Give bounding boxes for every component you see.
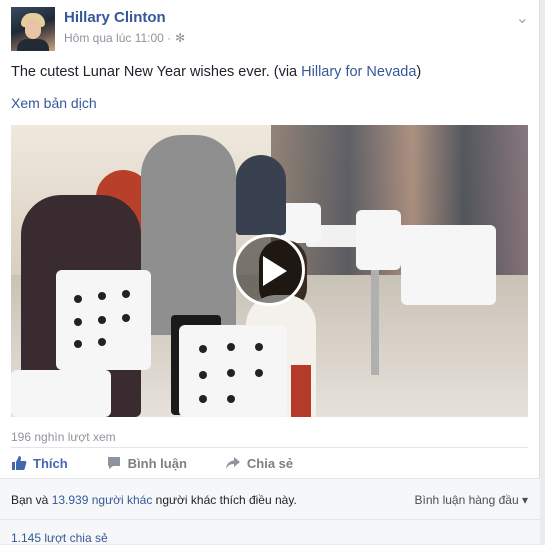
play-button-icon[interactable] bbox=[233, 234, 305, 306]
post-card: Hillary Clinton Hôm qua lúc 11:00 · ✻ ⌄ … bbox=[0, 0, 540, 545]
divider bbox=[0, 519, 540, 520]
likes-summary: Bạn và 13.939 người khác người khác thíc… bbox=[11, 493, 297, 507]
chair-hole bbox=[74, 340, 82, 348]
post-footer: Bạn và 13.939 người khác người khác thíc… bbox=[0, 478, 540, 545]
thumbs-up-icon bbox=[12, 456, 27, 470]
video-scene-person bbox=[141, 135, 236, 335]
like-button[interactable]: Thích bbox=[11, 455, 68, 471]
chair-hole bbox=[122, 314, 130, 322]
chair-hole bbox=[98, 292, 106, 300]
post-text: The cutest Lunar New Year wishes ever. (… bbox=[11, 64, 421, 80]
chair-hole bbox=[227, 343, 235, 351]
chair-hole bbox=[255, 369, 263, 377]
globe-gear-icon[interactable]: ✻ bbox=[175, 31, 185, 45]
comment-label: Bình luận bbox=[127, 455, 187, 471]
chair-hole bbox=[74, 318, 82, 326]
like-label: Thích bbox=[33, 455, 68, 471]
video-scene-chair bbox=[356, 210, 401, 270]
post-text-link[interactable]: Hillary for Nevada bbox=[301, 64, 416, 80]
post-actions: Thích Bình luận Chia sẻ bbox=[11, 455, 331, 471]
chair-hole bbox=[98, 316, 106, 324]
post-meta: Hôm qua lúc 11:00 · ✻ bbox=[64, 31, 185, 45]
video-scene-chair bbox=[11, 370, 111, 417]
post-timestamp[interactable]: Hôm qua lúc 11:00 · bbox=[64, 31, 171, 45]
chair-hole bbox=[98, 338, 106, 346]
chair-hole bbox=[255, 343, 263, 351]
chair-hole bbox=[199, 345, 207, 353]
divider bbox=[11, 447, 528, 448]
see-translation-link[interactable]: Xem bản dịch bbox=[11, 95, 97, 111]
chair-hole bbox=[199, 395, 207, 403]
share-button[interactable]: Chia sẻ bbox=[225, 455, 293, 471]
likes-prefix: Bạn và bbox=[11, 493, 52, 507]
author-name[interactable]: Hillary Clinton bbox=[64, 9, 166, 26]
chair-hole bbox=[227, 369, 235, 377]
video-scene-chair bbox=[56, 270, 151, 370]
video-scene-chair bbox=[179, 325, 287, 417]
chevron-down-icon[interactable]: ⌄ bbox=[516, 8, 529, 28]
video-scene-child-leg bbox=[291, 365, 311, 417]
share-count-link[interactable]: 1.145 lượt chia sẻ bbox=[11, 531, 108, 545]
video-scene-chair bbox=[281, 203, 321, 243]
share-label: Chia sẻ bbox=[246, 455, 294, 471]
likes-suffix: người khác thích điều này. bbox=[152, 493, 297, 507]
view-count: 196 nghìn lượt xem bbox=[11, 430, 116, 444]
post-text-body: The cutest Lunar New Year wishes ever. (… bbox=[11, 64, 302, 80]
chair-hole bbox=[122, 290, 130, 298]
share-arrow-icon bbox=[225, 457, 240, 469]
comment-icon bbox=[107, 457, 120, 469]
author-avatar[interactable] bbox=[11, 7, 55, 51]
chair-hole bbox=[74, 295, 82, 303]
video-scene-person bbox=[236, 155, 286, 235]
avatar-suit bbox=[17, 39, 49, 51]
video-player[interactable] bbox=[11, 125, 528, 417]
likes-others-link[interactable]: 13.939 người khác bbox=[52, 493, 153, 507]
chair-hole bbox=[227, 395, 235, 403]
post-text-end: ) bbox=[416, 64, 422, 80]
comment-sort-dropdown[interactable]: Bình luận hàng đầu ▾ bbox=[415, 493, 528, 507]
video-scene-chair bbox=[401, 225, 496, 305]
avatar-face bbox=[25, 19, 41, 39]
comment-button[interactable]: Bình luận bbox=[106, 455, 187, 471]
chair-hole bbox=[199, 371, 207, 379]
